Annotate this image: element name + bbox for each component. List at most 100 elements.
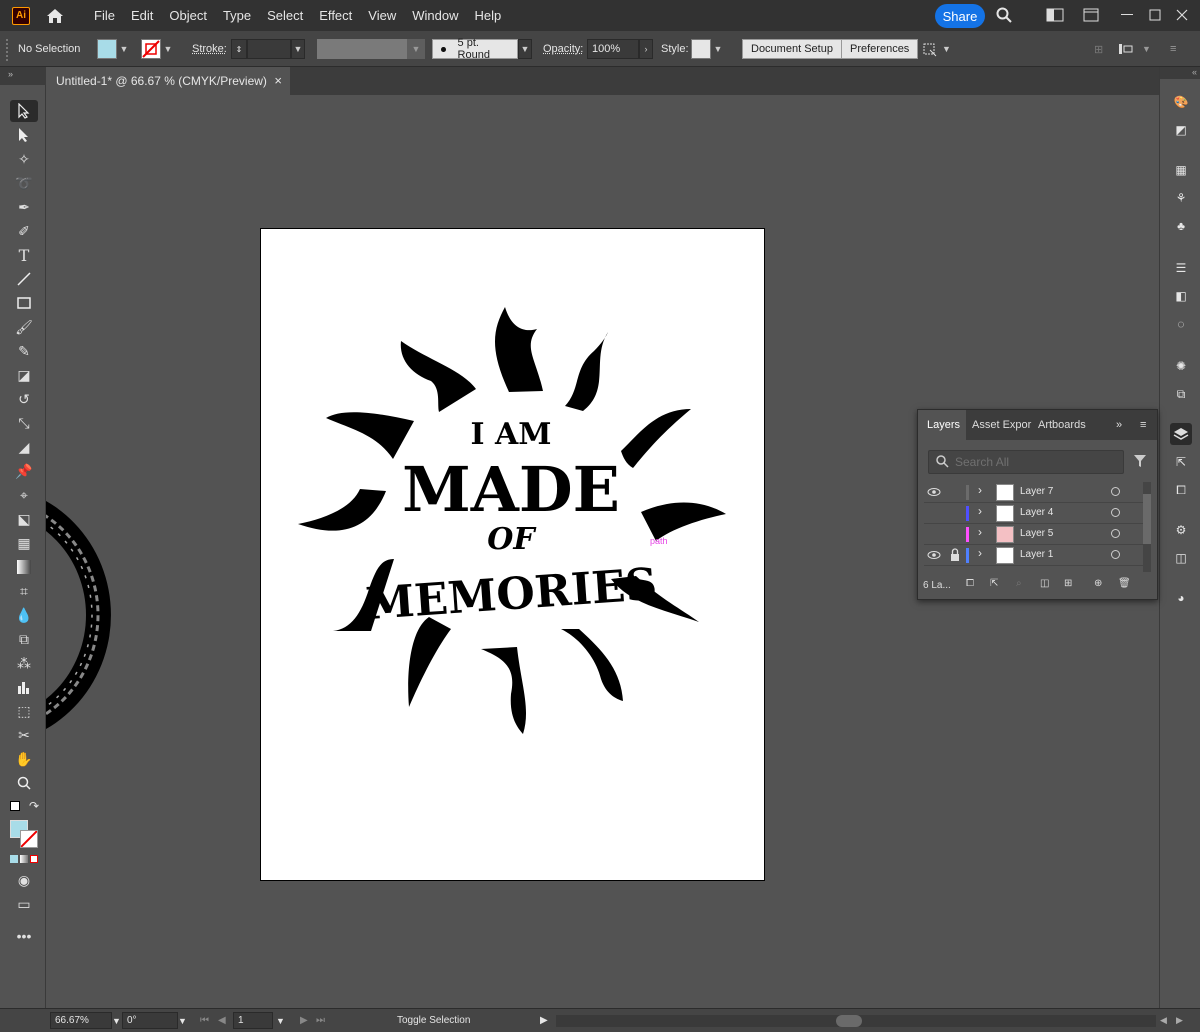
next-artboard-icon[interactable]: ▶	[300, 1012, 308, 1029]
control-bar-grip[interactable]	[6, 39, 9, 61]
style-swatch[interactable]	[691, 39, 711, 59]
minimize-icon[interactable]	[1117, 6, 1137, 24]
control-bar-menu-icon[interactable]: ≡	[1170, 39, 1176, 59]
stroke-color-indicator[interactable]	[20, 830, 38, 848]
menu-file[interactable]: File	[86, 0, 123, 31]
expand-layer-chevron-icon[interactable]: ›	[978, 483, 982, 497]
home-icon[interactable]	[44, 5, 66, 27]
puppet-warp-tool-icon[interactable]: 📌	[10, 460, 38, 482]
first-artboard-icon[interactable]: ⏮	[200, 1012, 209, 1029]
expand-layer-chevron-icon[interactable]: ›	[978, 525, 982, 539]
edit-toolbar-icon[interactable]: •••	[10, 925, 38, 947]
rotation-field[interactable]: 0°	[122, 1012, 178, 1029]
color-mode-buttons[interactable]	[10, 855, 38, 864]
more-tabs-icon[interactable]: »	[1116, 410, 1130, 440]
zoom-tool-icon[interactable]	[10, 772, 38, 794]
lock-icon[interactable]	[949, 548, 963, 562]
share-button[interactable]: Share	[935, 4, 985, 28]
free-transform-tool-icon[interactable]: ⌖	[10, 484, 38, 506]
workspace-switcher-icon[interactable]	[1081, 6, 1101, 24]
visibility-eye-icon[interactable]	[927, 485, 941, 499]
close-window-icon[interactable]	[1172, 6, 1192, 24]
swatches-panel-icon[interactable]: ▦	[1170, 159, 1192, 181]
chevron-down-icon[interactable]: ▼	[117, 39, 131, 59]
transparency-panel-icon[interactable]: ◌	[1170, 313, 1192, 335]
line-segment-tool-icon[interactable]	[10, 268, 38, 290]
export-icon[interactable]: ⇱	[990, 578, 998, 589]
layer-name[interactable]: Layer 7	[1020, 486, 1053, 497]
menu-window[interactable]: Window	[404, 0, 466, 31]
previous-artboard-icon[interactable]: ◀	[218, 1012, 226, 1029]
opacity-control[interactable]: 100% ›	[587, 39, 653, 59]
layers-panel-icon[interactable]	[1170, 423, 1192, 445]
stroke-weight-field[interactable]	[247, 39, 291, 59]
search-icon[interactable]	[994, 6, 1014, 24]
sun-artwork[interactable]: I AM MADE OF MEMORIES path	[261, 229, 766, 882]
menu-help[interactable]: Help	[466, 0, 509, 31]
gradient-panel-icon[interactable]: ◧	[1170, 285, 1192, 307]
close-tab-icon[interactable]: ×	[274, 73, 282, 88]
restore-icon[interactable]	[1145, 6, 1165, 24]
arrange-documents-icon[interactable]	[1045, 6, 1065, 24]
horizontal-scrollbar[interactable]	[556, 1015, 1156, 1027]
menu-type[interactable]: Type	[215, 0, 259, 31]
delete-layer-icon[interactable]: 🗑	[1118, 578, 1131, 589]
chevron-right-icon[interactable]: ›	[639, 39, 653, 59]
shape-builder-tool-icon[interactable]: ⬕	[10, 508, 38, 530]
lasso-tool-icon[interactable]: ➰	[10, 172, 38, 194]
new-sublayer-icon[interactable]: ⊞	[1064, 578, 1072, 589]
chevron-down-icon[interactable]: ▼	[276, 1012, 285, 1029]
stroke-panel-icon[interactable]: ☰	[1170, 257, 1192, 279]
curvature-tool-icon[interactable]: ✐	[10, 220, 38, 242]
rotate-tool-icon[interactable]: ↺	[10, 388, 38, 410]
arrange-icon[interactable]	[1118, 39, 1136, 59]
expand-layer-chevron-icon[interactable]: ›	[978, 504, 982, 518]
collapse-toolbar-icon[interactable]: »	[0, 67, 46, 85]
preferences-button[interactable]: Preferences	[841, 39, 918, 59]
layer-name[interactable]: Layer 5	[1020, 528, 1053, 539]
layer-name[interactable]: Layer 1	[1020, 549, 1053, 560]
magic-wand-tool-icon[interactable]: ✧	[10, 148, 38, 170]
gradient-tool-icon[interactable]	[10, 556, 38, 578]
shaper-tool-icon[interactable]: ✎	[10, 340, 38, 362]
layer-target-icon[interactable]	[1111, 550, 1120, 559]
layer-row[interactable]: › Layer 4	[924, 503, 1143, 524]
stroke-none-box[interactable]	[141, 39, 161, 59]
pen-tool-icon[interactable]: ✒	[10, 196, 38, 218]
menu-select[interactable]: Select	[259, 0, 311, 31]
layer-name[interactable]: Layer 4	[1020, 507, 1053, 518]
layer-target-icon[interactable]	[1111, 487, 1120, 496]
last-artboard-icon[interactable]: ⏭	[316, 1012, 325, 1029]
artboard[interactable]: I AM MADE OF MEMORIES path	[260, 228, 765, 881]
scroll-right-icon[interactable]: ▶	[1176, 1012, 1183, 1029]
artboard-tool-icon[interactable]: ⬚	[10, 700, 38, 722]
symbols-panel-icon[interactable]: ♣	[1170, 215, 1192, 237]
slice-tool-icon[interactable]: ✂	[10, 724, 38, 746]
document-setup-button[interactable]: Document Setup	[742, 39, 842, 59]
menu-view[interactable]: View	[360, 0, 404, 31]
stepper-arrows-icon[interactable]: ⇕	[231, 39, 247, 59]
menu-object[interactable]: Object	[161, 0, 215, 31]
artboard-number-field[interactable]: 1	[233, 1012, 273, 1029]
document-tab[interactable]: Untitled-1* @ 66.67 % (CMYK/Preview) ×	[46, 67, 290, 95]
tab-asset-export[interactable]: Asset Expor	[972, 410, 1032, 440]
variable-width-profile[interactable]	[317, 39, 407, 59]
fill-color-box[interactable]	[97, 39, 117, 59]
default-fill-stroke-icon[interactable]	[10, 801, 20, 811]
opacity-label[interactable]: Opacity:	[543, 39, 583, 59]
layer-target-icon[interactable]	[1111, 529, 1120, 538]
selection-tool-icon[interactable]	[10, 100, 38, 122]
layer-row[interactable]: › Layer 1	[924, 545, 1143, 566]
width-tool-icon[interactable]: ◢	[10, 436, 38, 458]
column-graph-tool-icon[interactable]	[10, 676, 38, 698]
brush-definition[interactable]: 5 pt. Round ▼	[432, 39, 532, 59]
expand-layer-chevron-icon[interactable]: ›	[978, 546, 982, 560]
color-guide-panel-icon[interactable]: ◩	[1170, 119, 1192, 141]
opacity-field[interactable]: 100%	[587, 39, 639, 59]
locate-object-icon[interactable]: ⌕	[1016, 578, 1022, 589]
chevron-down-icon[interactable]: ▼	[178, 1012, 187, 1029]
direct-selection-tool-icon[interactable]	[10, 124, 38, 146]
scale-tool-icon[interactable]: ⤡	[10, 412, 38, 434]
transform-icon[interactable]: ▼	[920, 39, 951, 59]
color-panel-icon[interactable]: 🎨	[1170, 91, 1192, 113]
